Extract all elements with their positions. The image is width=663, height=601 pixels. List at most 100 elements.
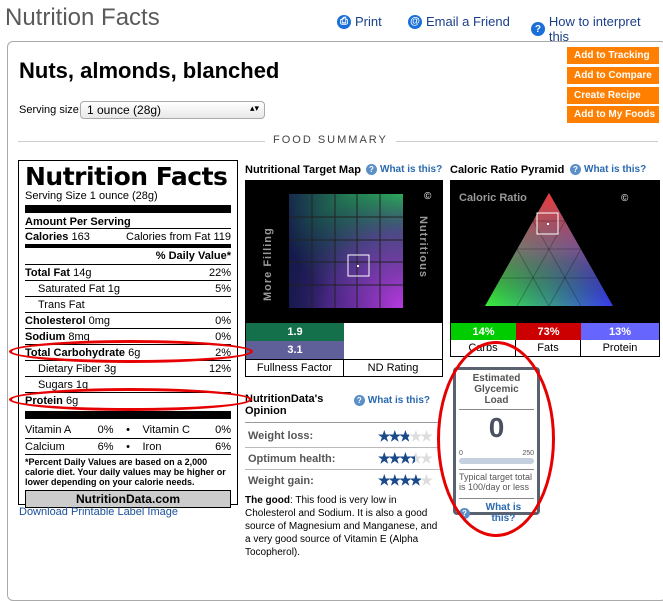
opinion-title: NutritionData's Opinion <box>245 393 324 417</box>
nutrient-dv: 12% <box>208 362 231 375</box>
serving-size-value: 1 ounce (28g) <box>87 103 162 117</box>
print-icon: ⎙ <box>337 14 351 29</box>
annotation-ellipse-glycemic <box>437 341 555 537</box>
calories-label: Calories <box>25 230 69 243</box>
protein-percent: 13% <box>581 323 659 340</box>
label-row: Trans Fat <box>25 296 231 312</box>
add-to-my-foods-button[interactable]: Add to My Foods <box>567 106 659 123</box>
select-arrows-icon: ▴▾ <box>249 103 259 113</box>
help-icon: ? <box>570 164 581 175</box>
help-icon: ? <box>353 394 365 406</box>
nutrient-amount: 0mg <box>88 314 110 327</box>
nutrient-dv: 0% <box>215 330 231 343</box>
nutritiondata-opinion: NutritionData's Opinion ? What is this? W… <box>245 393 440 559</box>
fullness-value: 1.9 <box>246 323 344 341</box>
y-axis-label: More Filling <box>262 227 274 301</box>
nutrient-amount: 3g <box>104 362 117 375</box>
vitamin-dv: 0% <box>97 424 114 436</box>
target-map-title: Nutritional Target Map <box>245 164 361 176</box>
food-name: Nuts, almonds, blanched <box>19 58 280 83</box>
opinion-row: Weight gain: ★★★★★★★★★★ <box>245 469 440 491</box>
vitamin-row: Vitamin A 0% • Vitamin C 0% <box>25 424 231 436</box>
food-position-dot <box>547 223 549 225</box>
pyramid-inner-title: Caloric Ratio <box>459 192 527 204</box>
serving-size-select[interactable]: 1 ounce (28g) ▴▾ <box>80 101 265 119</box>
fullness-label: Fullness Factor <box>246 359 344 376</box>
help-icon: ? <box>531 22 545 36</box>
good-label: The good <box>245 495 290 506</box>
star-rating-icon: ★★★★★★★★★★ <box>378 427 433 444</box>
opinion-what-link[interactable]: ? What is this? <box>353 393 430 407</box>
label-footnote: *Percent Daily Values are based on a 2,0… <box>25 454 231 487</box>
opinion-row: Weight loss: ★★★★★★★★★★ <box>245 425 440 447</box>
email-link[interactable]: @ Email a Friend <box>408 14 510 29</box>
serving-size-label: Serving size: <box>19 104 82 116</box>
rating-label: Weight gain: <box>248 474 314 487</box>
opinion-row: Optimum health: ★★★★★★★★★★ <box>245 447 440 469</box>
what-label: What is this? <box>367 394 430 406</box>
star-rating-icon: ★★★★★★★★★★ <box>378 450 433 466</box>
what-label: What is this? <box>380 164 443 175</box>
nutrition-label: Nutrition Facts Serving Size 1 ounce (28… <box>18 160 238 508</box>
thick-rule <box>25 411 231 419</box>
annotation-ellipse-carbohydrate <box>9 340 253 363</box>
interpret-link[interactable]: ? How to interpret this <box>531 14 663 44</box>
carbs-percent: 14% <box>451 323 516 340</box>
target-map-what-link[interactable]: ? What is this? <box>366 164 442 175</box>
page-title: Nutrition Facts <box>5 4 160 31</box>
opinion-good-text: The good: This food is very low in Chole… <box>245 494 440 559</box>
nutrient-dv: 22% <box>208 266 231 279</box>
vitamin-dv: 0% <box>215 424 231 436</box>
pyramid-title: Caloric Ratio Pyramid <box>450 164 565 176</box>
x-axis-label: Nutritious <box>417 216 429 278</box>
star-rating-icon: ★★★★★★★★★★ <box>378 472 433 488</box>
vitamin-name: Vitamin C <box>142 424 190 436</box>
vitamin-dv: 6% <box>215 440 231 453</box>
pyramid-what-link[interactable]: ? What is this? <box>570 164 646 175</box>
copyright-icon: © <box>424 191 432 202</box>
dv-header: % Daily Value* <box>155 250 231 262</box>
nutrient-dv: 0% <box>215 314 231 327</box>
nutrient-amount: 14g <box>73 266 92 279</box>
vitamin-row: Calcium 6% • Iron 6% <box>25 438 231 454</box>
nutrient-name: Sodium <box>25 330 66 343</box>
create-recipe-button[interactable]: Create Recipe <box>567 87 659 104</box>
label-row: Cholesterol 0mg 0% <box>25 312 231 328</box>
rating-label: Weight loss: <box>248 430 314 442</box>
nutrient-name: Trans Fat <box>38 298 85 311</box>
print-link[interactable]: ⎙ Print <box>337 14 382 29</box>
vitamin-name: Iron <box>142 440 162 453</box>
label-serving-size: Serving Size 1 ounce (28g) <box>25 190 158 202</box>
calories-value: 163 <box>71 230 90 243</box>
add-to-tracking-button[interactable]: Add to Tracking <box>567 47 659 64</box>
copyright-icon: © <box>621 193 629 204</box>
nutrient-name: Saturated Fat <box>38 282 105 295</box>
what-label: What is this? <box>584 164 647 175</box>
nutritional-target-map: © More Filling Nutritious 1.9 3.1 Fullne… <box>245 180 443 377</box>
rating-label: Optimum health: <box>248 452 336 465</box>
map-area-purple <box>289 194 403 308</box>
pyramid-chart: Caloric Ratio © <box>451 181 659 323</box>
thick-rule <box>25 205 231 213</box>
calories-row: Calories 163 Calories from Fat 119 <box>25 228 231 244</box>
calories-from-fat: Calories from Fat 119 <box>126 230 231 243</box>
nd-rating-value: 3.1 <box>246 341 344 359</box>
download-label-link[interactable]: Download Printable Label Image <box>19 506 178 518</box>
interpret-label: How to interpret this <box>548 14 641 44</box>
vitamin-name: Vitamin A <box>25 424 72 436</box>
print-label: Print <box>355 14 382 29</box>
amount-per-serving: Amount Per Serving <box>25 216 131 228</box>
fats-percent: 73% <box>516 323 581 340</box>
annotation-ellipse-protein <box>9 388 252 411</box>
label-row: Total Fat 14g 22% <box>25 264 231 280</box>
target-map-chart: © More Filling Nutritious <box>246 181 442 323</box>
nutrient-amount: 1g <box>107 282 120 295</box>
nutrient-name: Dietary Fiber <box>38 362 101 375</box>
vitamin-name: Calcium <box>25 440 65 453</box>
at-icon: @ <box>408 14 422 29</box>
food-position-dot <box>357 265 359 267</box>
email-label: Email a Friend <box>426 14 510 29</box>
protein-label: Protein <box>602 342 638 354</box>
add-to-compare-button[interactable]: Add to Compare <box>567 67 659 84</box>
nutrient-dv: 5% <box>215 282 231 295</box>
